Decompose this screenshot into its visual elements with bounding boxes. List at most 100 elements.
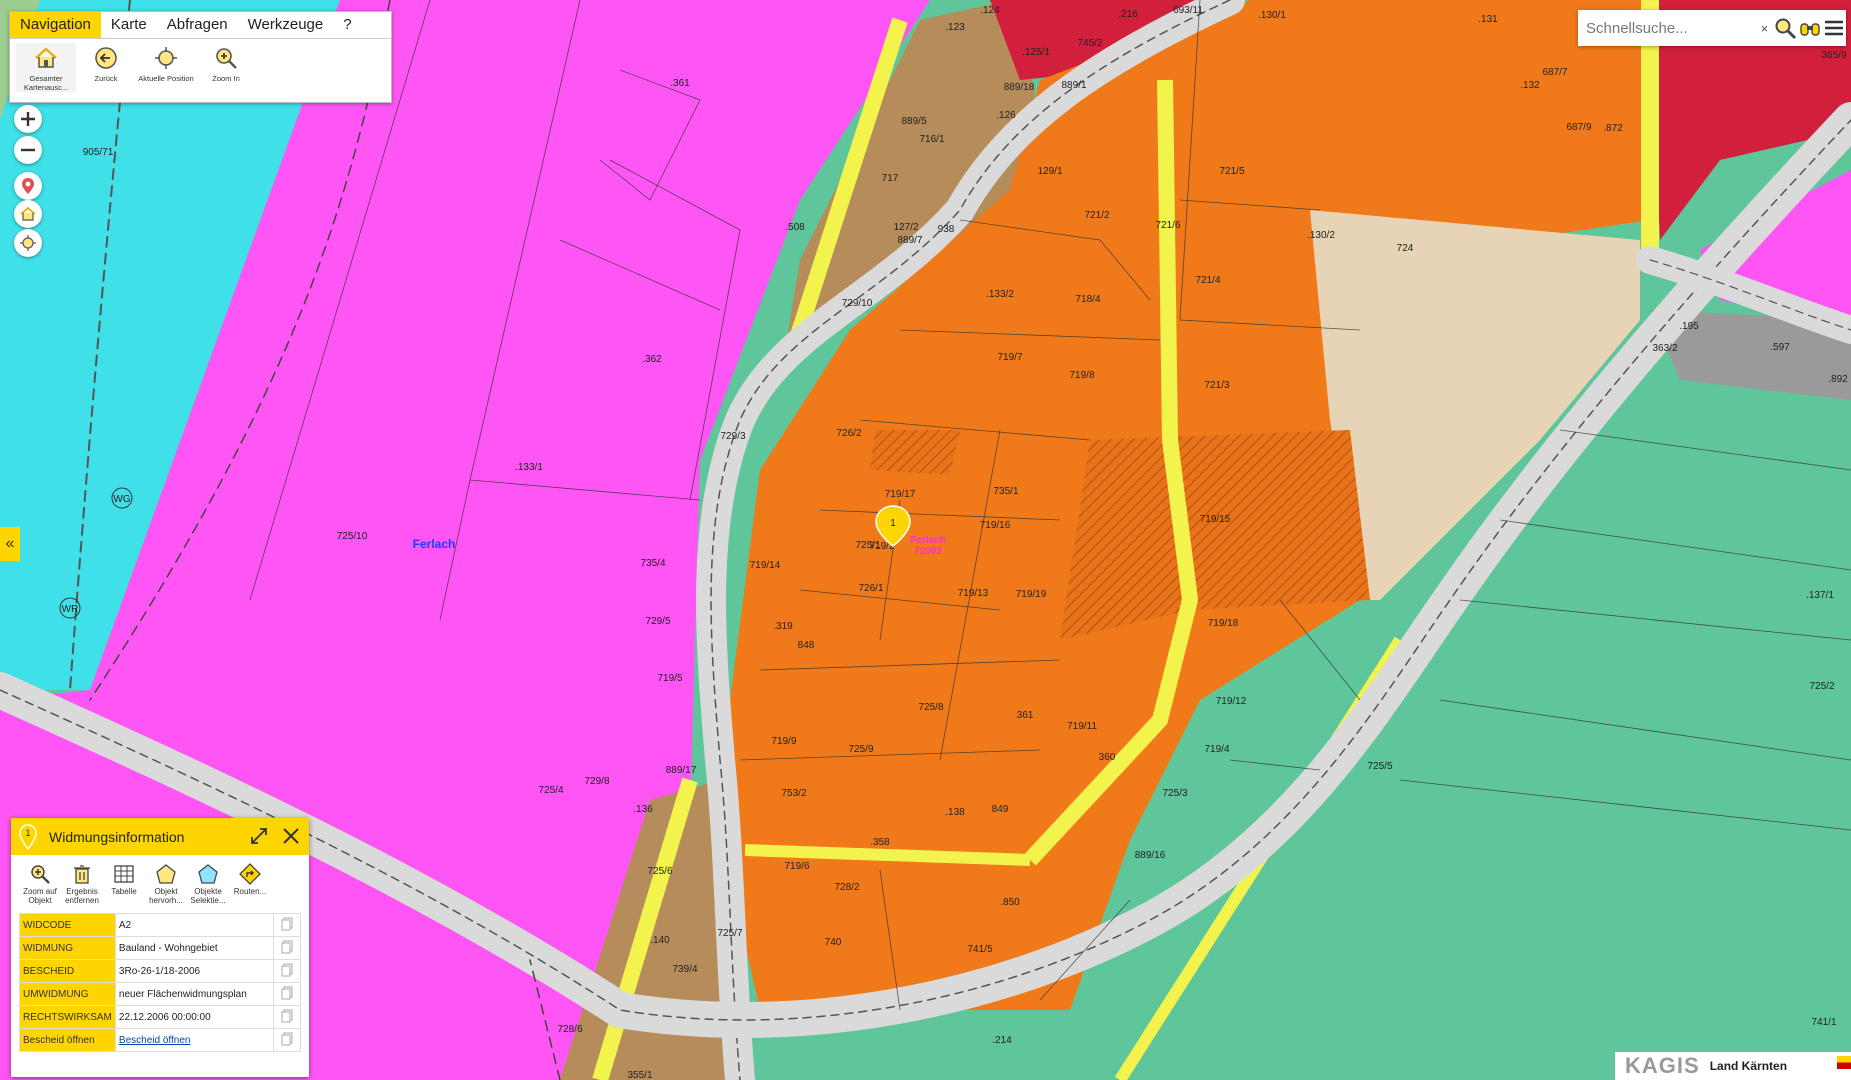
parcel-label: 725/5 <box>1367 761 1392 772</box>
table-row: Bescheid öffnen Bescheid öffnen <box>19 1028 301 1052</box>
parcel-label: 728/6 <box>557 1024 582 1035</box>
zoom-in-button[interactable] <box>14 105 42 133</box>
close-button[interactable] <box>281 826 301 851</box>
zoom-out-button[interactable] <box>14 136 42 164</box>
parcel-label: 725/10 <box>337 531 368 542</box>
parcel-label: 719/8 <box>1069 370 1094 381</box>
open-bescheid-link[interactable]: Bescheid öffnen <box>119 1035 191 1046</box>
tab-navigation[interactable]: Navigation <box>10 12 101 38</box>
tab-werkzeuge[interactable]: Werkzeuge <box>238 12 334 38</box>
parcel-label: 129/1 <box>1037 166 1062 177</box>
binoculars-button[interactable] <box>1798 18 1822 38</box>
svg-text:1: 1 <box>25 828 30 838</box>
svg-text:WG: WG <box>113 494 130 505</box>
highlight-polygon-icon <box>156 864 176 884</box>
parcel-label: .133/1 <box>515 462 543 473</box>
parcel-label: .214 <box>992 1035 1012 1046</box>
parcel-label: 719/7 <box>997 352 1022 363</box>
svg-text:Ferlach: Ferlach <box>910 535 946 546</box>
parcel-label: 889/16 <box>1135 850 1166 861</box>
parcel-label: .137/1 <box>1806 590 1834 601</box>
copy-icon <box>281 986 293 999</box>
zoom-in-tool-button[interactable]: Zoom In <box>196 43 256 92</box>
menu-tabs: Navigation Karte Abfragen Werkzeuge ? <box>10 12 391 39</box>
parcel-label: 725/6 <box>647 866 672 877</box>
copy-button[interactable] <box>273 1028 301 1052</box>
route-button[interactable]: Routen... <box>229 863 271 905</box>
parcel-label: 719/11 <box>1067 721 1097 732</box>
copy-icon <box>281 1032 293 1045</box>
parcel-label: .872 <box>1603 123 1623 134</box>
parcel-label: 721/4 <box>1195 275 1220 286</box>
copy-button[interactable] <box>273 913 301 937</box>
copy-button[interactable] <box>273 936 301 960</box>
parcel-label: .126 <box>996 110 1016 121</box>
attribute-key: Bescheid öffnen <box>19 1028 116 1052</box>
parcel-label: 127/2 <box>893 222 918 233</box>
panel-tools: Zoom auf Objekt Ergebnis entfernen Tabel… <box>11 855 309 907</box>
current-position-button[interactable]: Aktuelle Position <box>136 43 196 92</box>
maximize-button[interactable] <box>249 826 269 851</box>
parcel-label: .125/1 <box>1022 47 1050 58</box>
parcel-label: 716/1 <box>919 134 944 145</box>
parcel-label: .319 <box>773 621 793 632</box>
clear-search-button[interactable]: × <box>1758 21 1771 36</box>
attribute-key: BESCHEID <box>19 959 116 983</box>
parcel-label: .136 <box>633 804 653 815</box>
locate-button[interactable] <box>14 229 42 257</box>
navigation-menu: Navigation Karte Abfragen Werkzeuge ? Ge… <box>9 11 392 103</box>
parcel-label: 745/2 <box>1077 38 1102 49</box>
select-polygon-icon <box>198 864 218 884</box>
zoom-to-object-button[interactable]: Zoom auf Objekt <box>19 863 61 905</box>
parcel-label: .140 <box>650 935 670 946</box>
attribute-value: Bauland - Wohngebiet <box>114 936 275 960</box>
tab-karte[interactable]: Karte <box>101 12 157 38</box>
town-label: Ferlach <box>413 537 456 551</box>
location-pin-button[interactable] <box>14 172 42 200</box>
home-view-button[interactable] <box>14 200 42 228</box>
parcel-label: 729/8 <box>584 776 609 787</box>
parcel-label: 717 <box>882 173 899 184</box>
parcel-label: 889/5 <box>901 116 926 127</box>
copy-button[interactable] <box>273 1005 301 1029</box>
parcel-label: 938 <box>938 224 955 235</box>
menu-button[interactable] <box>1822 19 1846 37</box>
route-icon <box>239 863 261 885</box>
double-chevron-left-icon: « <box>5 535 15 552</box>
select-objects-button[interactable]: Objekte Selektie... <box>187 863 229 905</box>
search-button[interactable] <box>1771 16 1799 40</box>
parcel-label: 718/4 <box>1075 294 1100 305</box>
parcel-label: .132 <box>1520 80 1540 91</box>
locate-icon <box>20 235 36 251</box>
back-button[interactable]: Zurück <box>76 43 136 92</box>
copy-button[interactable] <box>273 959 301 983</box>
parcel-label: 889/18 <box>1004 82 1035 93</box>
parcel-label: 725/9 <box>848 744 873 755</box>
parcel-label: .124 <box>980 5 1000 16</box>
copy-icon <box>281 917 293 930</box>
parcel-label: 365/9 <box>1821 50 1846 61</box>
minus-icon <box>21 148 35 152</box>
result-marker-icon: 1 <box>19 823 37 850</box>
zoom-to-object-label: Zoom auf Objekt <box>23 887 57 905</box>
parcel-label: 725/4 <box>538 785 563 796</box>
copy-button[interactable] <box>273 982 301 1006</box>
tab-help[interactable]: ? <box>333 12 361 38</box>
parcel-label: 719/6 <box>784 861 809 872</box>
locate-icon <box>155 47 177 69</box>
search-input[interactable] <box>1584 18 1758 38</box>
table-button[interactable]: Tabelle <box>103 863 145 905</box>
highlight-object-button[interactable]: Objekt hervorh... <box>145 863 187 905</box>
parcel-label: .130/2 <box>1307 230 1335 241</box>
remove-result-button[interactable]: Ergebnis entfernen <box>61 863 103 905</box>
attribute-key: WIDCODE <box>19 913 116 937</box>
parcel-label: 719/13 <box>958 588 989 599</box>
svg-text:1: 1 <box>890 518 896 529</box>
route-label: Routen... <box>233 887 267 896</box>
home-icon <box>35 47 57 68</box>
logo-sub-text: Land Kärnten <box>1709 1059 1788 1073</box>
tab-abfragen[interactable]: Abfragen <box>157 12 238 38</box>
full-extent-button[interactable]: Gesamter Kartenausc... <box>16 43 76 92</box>
expand-sidebar-tab[interactable]: « <box>0 527 20 561</box>
copy-icon <box>281 963 293 976</box>
